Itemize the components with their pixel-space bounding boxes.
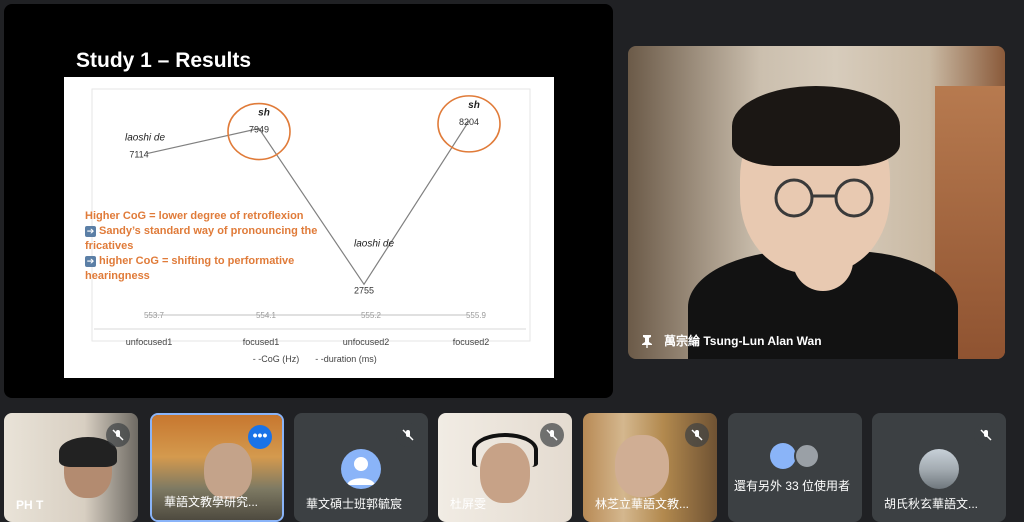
more-options-button[interactable]: ••• xyxy=(248,425,272,449)
others-tile[interactable]: 還有另外 33 位使用者 xyxy=(728,413,862,522)
mic-off-icon xyxy=(974,423,998,447)
others-count-label: 還有另外 33 位使用者 xyxy=(734,479,851,493)
participant-tile[interactable]: 華文碩士班郭毓宸 xyxy=(294,413,428,522)
note-line-1: Higher CoG = lower degree of retroflexio… xyxy=(85,210,304,222)
participant-tile-active[interactable]: ••• 華語文教學研究... xyxy=(150,413,284,522)
participant-tile[interactable]: 林芝立華語文教... xyxy=(583,413,717,522)
legend-duration: - -duration (ms) xyxy=(315,354,377,364)
shared-screen[interactable]: Study 1 – Results 7114 laoshi de 7949 sh 275… xyxy=(4,4,613,398)
arrow-icon: ➔ xyxy=(85,256,96,267)
participant-tile[interactable]: PH T xyxy=(4,413,138,522)
pin-icon[interactable] xyxy=(640,334,654,348)
data-label: 7114 xyxy=(129,150,148,160)
duration-label: 553.7 xyxy=(144,311,165,320)
slide-note: Higher CoG = lower degree of retroflexio… xyxy=(85,209,325,284)
data-label: 8204 xyxy=(459,117,479,127)
point-label: sh xyxy=(258,108,270,119)
participant-tile[interactable]: 杜屏雯 xyxy=(438,413,572,522)
data-label: 7949 xyxy=(249,125,269,135)
participant-name: PH T xyxy=(16,498,44,512)
participant-tile[interactable]: 胡氏秋玄華語文... xyxy=(872,413,1006,522)
glasses-icon xyxy=(774,178,874,218)
x-tick-label: unfocused2 xyxy=(343,337,390,347)
arrow-icon: ➔ xyxy=(85,226,96,237)
duration-label: 555.2 xyxy=(361,311,382,320)
x-tick-label: focused1 xyxy=(243,337,280,347)
participant-name: 林芝立華語文教... xyxy=(595,497,690,511)
mic-off-icon xyxy=(396,423,420,447)
speaker-video[interactable]: 萬宗綸 Tsung-Lun Alan Wan xyxy=(628,46,1005,359)
note-line-2: ➔ Sandy’s standard way of pronouncing the… xyxy=(85,225,318,252)
note-line-3: ➔ higher CoG = shifting to performative h… xyxy=(85,255,295,282)
participant-name: 華文碩士班郭毓宸 xyxy=(306,497,403,511)
legend-cog: - -CoG (Hz) xyxy=(253,354,300,364)
x-tick-label: focused2 xyxy=(453,337,490,347)
avatar xyxy=(919,449,959,489)
x-tick-label: unfocused1 xyxy=(126,337,173,347)
participant-name: 杜屏雯 xyxy=(450,497,487,511)
duration-label: 554.1 xyxy=(256,311,277,320)
avatar xyxy=(341,449,381,489)
mic-off-icon xyxy=(106,423,130,447)
mic-off-icon xyxy=(540,423,564,447)
data-label: 2755 xyxy=(354,285,374,295)
participant-name: 胡氏秋玄華語文... xyxy=(884,497,979,511)
duration-label: 555.9 xyxy=(466,311,487,320)
slide-title: Study 1 – Results xyxy=(76,49,252,72)
avatar xyxy=(770,443,796,469)
avatar xyxy=(794,443,820,469)
point-label: sh xyxy=(468,100,480,111)
point-label: laoshi de xyxy=(125,133,165,144)
speaker-name-tag: 萬宗綸 Tsung-Lun Alan Wan xyxy=(640,332,822,349)
point-label: laoshi de xyxy=(354,238,394,249)
speaker-name: 萬宗綸 Tsung-Lun Alan Wan xyxy=(664,334,822,348)
participant-name: 華語文教學研究... xyxy=(164,495,259,509)
slide-chart-area: 7114 laoshi de 7949 sh 2755 laoshi de 8204 sh 55… xyxy=(64,77,554,378)
mic-off-icon xyxy=(685,423,709,447)
